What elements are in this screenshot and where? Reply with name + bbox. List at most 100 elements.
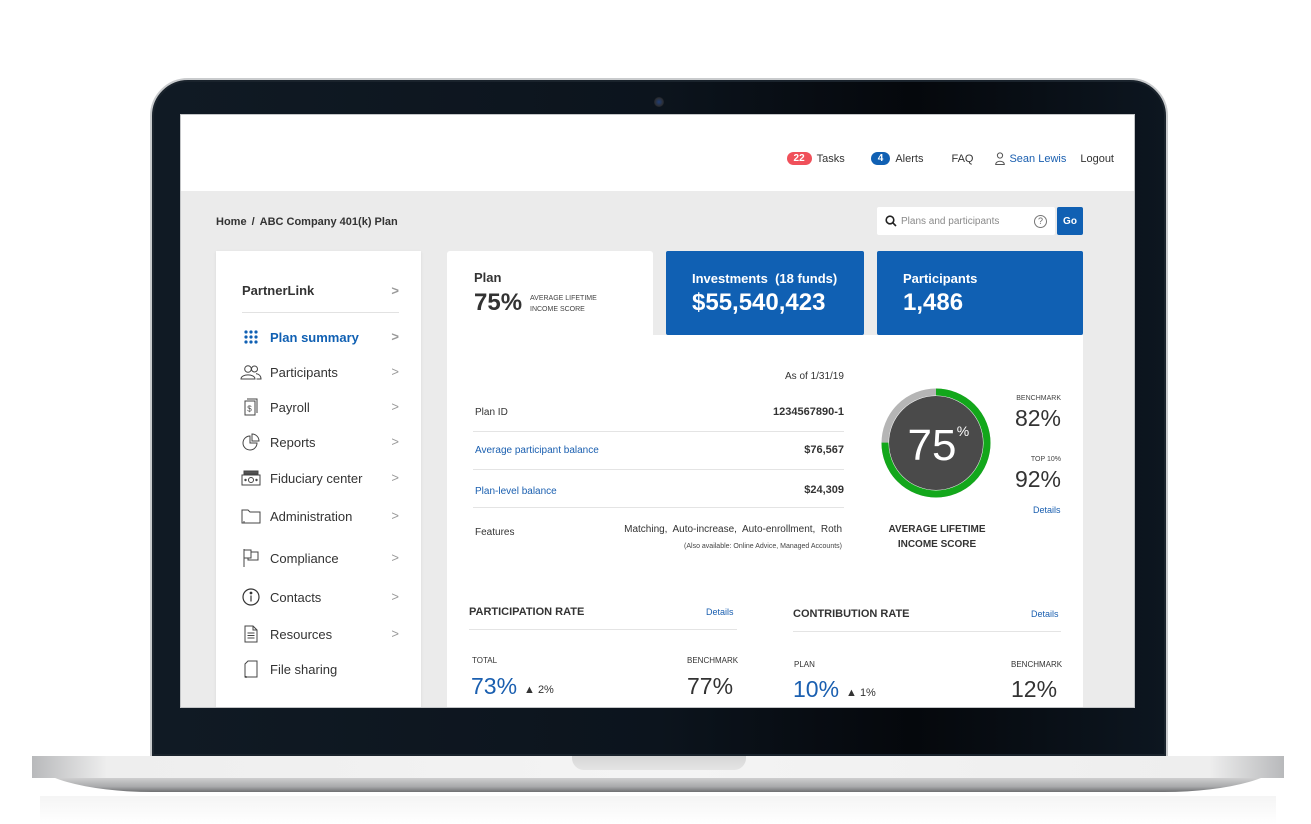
plan-id-value: 1234567890-1 [773, 406, 844, 418]
features-label: Features [475, 527, 515, 538]
top-10-value: 92% [1014, 466, 1061, 492]
alerts-count-badge: 4 [870, 152, 891, 165]
income-score-label: AVERAGE LIFETIME INCOME SCORE [881, 522, 993, 552]
info-icon [240, 587, 262, 607]
laptop-reflection [40, 796, 1276, 824]
sidebar-item-label: File sharing [270, 661, 338, 677]
faq-link[interactable]: FAQ [951, 153, 973, 165]
income-score-label-line1: AVERAGE LIFETIME [888, 524, 986, 535]
sidebar-item-administration[interactable]: Administration > [240, 504, 399, 528]
contribution-plan-value: 10% [793, 676, 840, 702]
plan-level-balance-link[interactable]: Plan-level balance [475, 486, 557, 497]
logout-link[interactable]: Logout [1080, 153, 1114, 165]
contribution-plan-label: PLAN [794, 660, 815, 669]
sidebar-item-label: Resources [270, 626, 333, 642]
contribution-divider [793, 631, 1061, 632]
contribution-rate-title: CONTRIBUTION RATE [793, 608, 910, 620]
people-icon [240, 362, 262, 382]
contribution-delta: ▲ 1% [846, 687, 876, 699]
breadcrumb-home[interactable]: Home [216, 216, 247, 228]
faq-label: FAQ [951, 152, 974, 165]
sidebar-item-label: Compliance [270, 550, 339, 566]
participation-total-value: 73% [471, 673, 518, 699]
chevron-right-icon: > [391, 399, 399, 414]
sidebar-item-label: Participants [270, 364, 338, 380]
tasks-link[interactable]: 22 Tasks [786, 152, 845, 165]
participation-benchmark-label: BENCHMARK [687, 656, 739, 665]
alerts-label: Alerts [895, 152, 924, 165]
chevron-right-icon: > [391, 364, 399, 379]
sidebar-item-label: Reports [270, 434, 316, 450]
flag-icon [240, 548, 262, 568]
income-score-label-line2: INCOME SCORE [897, 539, 977, 550]
sidebar-heading-partnerlink[interactable]: PartnerLink > [242, 283, 399, 313]
search-input[interactable] [901, 215, 1021, 227]
money-icon [240, 468, 262, 488]
chevron-right-icon: > [391, 283, 399, 298]
go-button[interactable]: Go [1057, 207, 1083, 235]
laptop-notch [572, 756, 746, 770]
chevron-right-icon: > [391, 626, 399, 641]
file-icon [240, 659, 262, 679]
help-icon[interactable]: ? [1034, 215, 1047, 228]
webcam-icon [654, 97, 664, 107]
user-icon [995, 152, 1006, 165]
plan-id-label: Plan ID [475, 407, 508, 418]
plan-card[interactable]: Plan 75% AVERAGE LIFETIME INCOME SCORE [447, 251, 653, 341]
contribution-benchmark-value: 12% [1011, 676, 1058, 702]
sidebar-item-contacts[interactable]: Contacts > [240, 585, 399, 609]
sidebar-heading-label: PartnerLink [242, 283, 315, 298]
sidebar-item-file-sharing[interactable]: File sharing [240, 657, 399, 681]
avg-participant-balance-link[interactable]: Average participant balance [475, 445, 599, 456]
income-score-gauge: 75 % [881, 388, 991, 498]
sidebar-item-label: Administration [270, 508, 353, 524]
document-icon [240, 624, 262, 644]
top-nav: 22 Tasks 4 Alerts FAQ Sean Lewis Logout [786, 152, 1114, 165]
sidebar-item-plan-summary[interactable]: Plan summary > [240, 325, 399, 349]
investments-card-value: $55,540,423 [692, 289, 826, 316]
plan-card-subtitle: AVERAGE LIFETIME INCOME SCORE [530, 295, 597, 313]
breadcrumb-separator: / [251, 216, 255, 228]
chevron-right-icon: > [391, 550, 399, 565]
participants-card-title: Participants [903, 271, 978, 286]
investments-card[interactable]: Investments (18 funds) $55,540,423 [666, 251, 864, 335]
sidebar-item-reports[interactable]: Reports > [240, 430, 399, 454]
plan-id-row: Plan ID 1234567890-1 [473, 394, 844, 432]
sidebar-item-payroll[interactable]: $ Payroll > [240, 395, 399, 419]
gauge-value: 75 [908, 421, 957, 470]
svg-text:$: $ [247, 405, 252, 414]
user-name: Sean Lewis [1009, 152, 1067, 165]
plan-card-value: 75% [474, 289, 523, 316]
participants-card[interactable]: Participants 1,486 [877, 251, 1083, 335]
avg-balance-row: Average participant balance $76,567 [473, 432, 844, 470]
participation-divider [469, 629, 737, 630]
sidebar-item-resources[interactable]: Resources > [240, 622, 399, 646]
payroll-icon: $ [240, 397, 262, 417]
sidebar-item-compliance[interactable]: Compliance > [240, 546, 399, 570]
sidebar-item-fiduciary-center[interactable]: Fiduciary center > [240, 466, 399, 490]
income-score-details-link[interactable]: Details [1033, 505, 1061, 515]
benchmark-label: BENCHMARK [1016, 395, 1061, 402]
chevron-right-icon: > [391, 434, 399, 449]
plan-level-balance-row: Plan-level balance $24,309 [473, 470, 844, 508]
participation-details-link[interactable]: Details [706, 607, 734, 617]
contribution-details-link[interactable]: Details [1031, 609, 1059, 619]
participation-delta: ▲ 2% [524, 684, 554, 696]
contribution-benchmark-label: BENCHMARK [1011, 660, 1063, 669]
sidebar-item-participants[interactable]: Participants > [240, 360, 399, 384]
breadcrumb: Home / ABC Company 401(k) Plan [216, 216, 398, 228]
grid-icon [240, 327, 262, 347]
sidebar-item-label: Payroll [270, 399, 310, 415]
alerts-link[interactable]: 4 Alerts [870, 152, 924, 165]
user-menu[interactable]: Sean Lewis [995, 152, 1066, 165]
app-screen: 22 Tasks 4 Alerts FAQ Sean Lewis Logout [180, 114, 1135, 708]
plan-level-balance-value: $24,309 [804, 484, 844, 496]
tasks-label: Tasks [816, 152, 845, 165]
tasks-count-badge: 22 [786, 152, 812, 165]
participation-benchmark-value: 77% [687, 673, 734, 699]
pie-chart-icon [240, 432, 262, 452]
chevron-right-icon: > [391, 589, 399, 604]
benchmark-value: 82% [1014, 405, 1061, 431]
features-note: (Also available: Online Advice, Managed … [684, 543, 842, 550]
as-of-date: As of 1/31/19 [785, 371, 844, 382]
